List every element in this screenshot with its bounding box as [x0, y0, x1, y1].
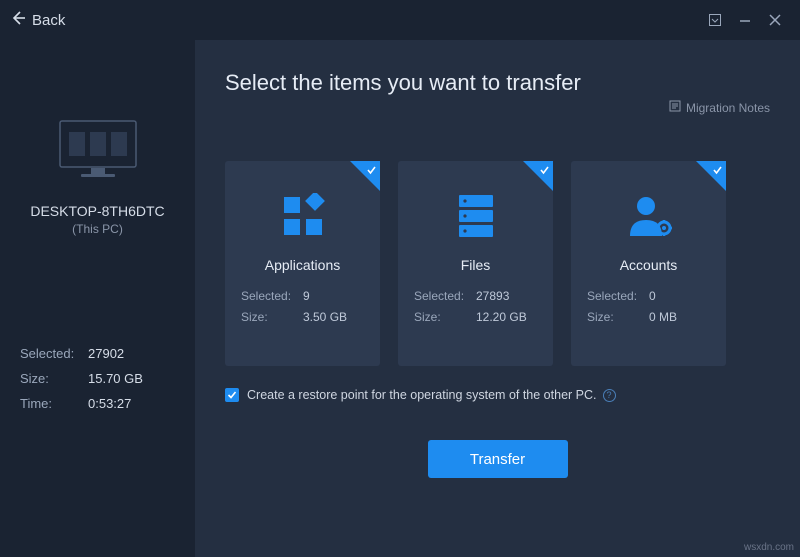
arrow-left-icon [10, 10, 32, 30]
restore-checkbox[interactable] [225, 388, 239, 402]
pc-subtitle: (This PC) [72, 222, 123, 236]
card-size-value: 12.20 GB [476, 310, 527, 324]
minimize-button[interactable] [730, 5, 760, 35]
card-applications[interactable]: Applications Selected: 9 Size: 3.50 GB [225, 161, 380, 366]
main-panel: Select the items you want to transfer Mi… [195, 40, 800, 557]
transfer-label: Transfer [470, 451, 525, 468]
card-size-label: Size: [241, 310, 303, 324]
check-icon [539, 163, 550, 181]
restore-point-row: Create a restore point for the operating… [225, 388, 770, 402]
card-selected-value: 9 [303, 289, 310, 303]
card-selected-label: Selected: [241, 289, 303, 303]
titlebar: Back [0, 0, 800, 40]
close-button[interactable] [760, 5, 790, 35]
card-selected-label: Selected: [587, 289, 649, 303]
sidebar-stats: Selected: 27902 Size: 15.70 GB Time: 0:5… [20, 346, 175, 421]
stat-selected-label: Selected: [20, 346, 88, 361]
monitor-icon [59, 120, 137, 185]
cards-row: Applications Selected: 9 Size: 3.50 GB [225, 161, 770, 366]
card-title: Accounts [587, 257, 710, 273]
card-selected-value: 27893 [476, 289, 509, 303]
apps-icon [241, 181, 364, 251]
card-size-value: 3.50 GB [303, 310, 347, 324]
notes-icon [669, 100, 686, 115]
card-size-value: 0 MB [649, 310, 677, 324]
pc-name: DESKTOP-8TH6DTC [30, 203, 164, 219]
card-selected-value: 0 [649, 289, 656, 303]
watermark: wsxdn.com [744, 542, 794, 553]
migration-notes-link[interactable]: Migration Notes [669, 100, 770, 115]
sidebar: DESKTOP-8TH6DTC (This PC) Selected: 2790… [0, 40, 195, 557]
card-accounts[interactable]: Accounts Selected: 0 Size: 0 MB [571, 161, 726, 366]
transfer-button[interactable]: Transfer [428, 440, 568, 478]
check-icon [366, 163, 377, 181]
card-size-label: Size: [587, 310, 649, 324]
stat-time-label: Time: [20, 396, 88, 411]
dropdown-button[interactable] [700, 5, 730, 35]
migration-notes-label: Migration Notes [686, 101, 770, 115]
card-files[interactable]: Files Selected: 27893 Size: 12.20 GB [398, 161, 553, 366]
card-size-label: Size: [414, 310, 476, 324]
back-button[interactable]: Back [10, 10, 65, 30]
stat-size-label: Size: [20, 371, 88, 386]
restore-label: Create a restore point for the operating… [247, 388, 597, 402]
stat-size-value: 15.70 GB [88, 371, 143, 386]
check-icon [712, 163, 723, 181]
files-icon [414, 181, 537, 251]
stat-selected-value: 27902 [88, 346, 124, 361]
accounts-icon [587, 181, 710, 251]
back-label: Back [32, 12, 65, 29]
card-selected-label: Selected: [414, 289, 476, 303]
stat-time-value: 0:53:27 [88, 396, 131, 411]
page-title: Select the items you want to transfer [225, 70, 770, 96]
card-title: Applications [241, 257, 364, 273]
card-title: Files [414, 257, 537, 273]
help-icon[interactable]: ? [603, 389, 616, 402]
